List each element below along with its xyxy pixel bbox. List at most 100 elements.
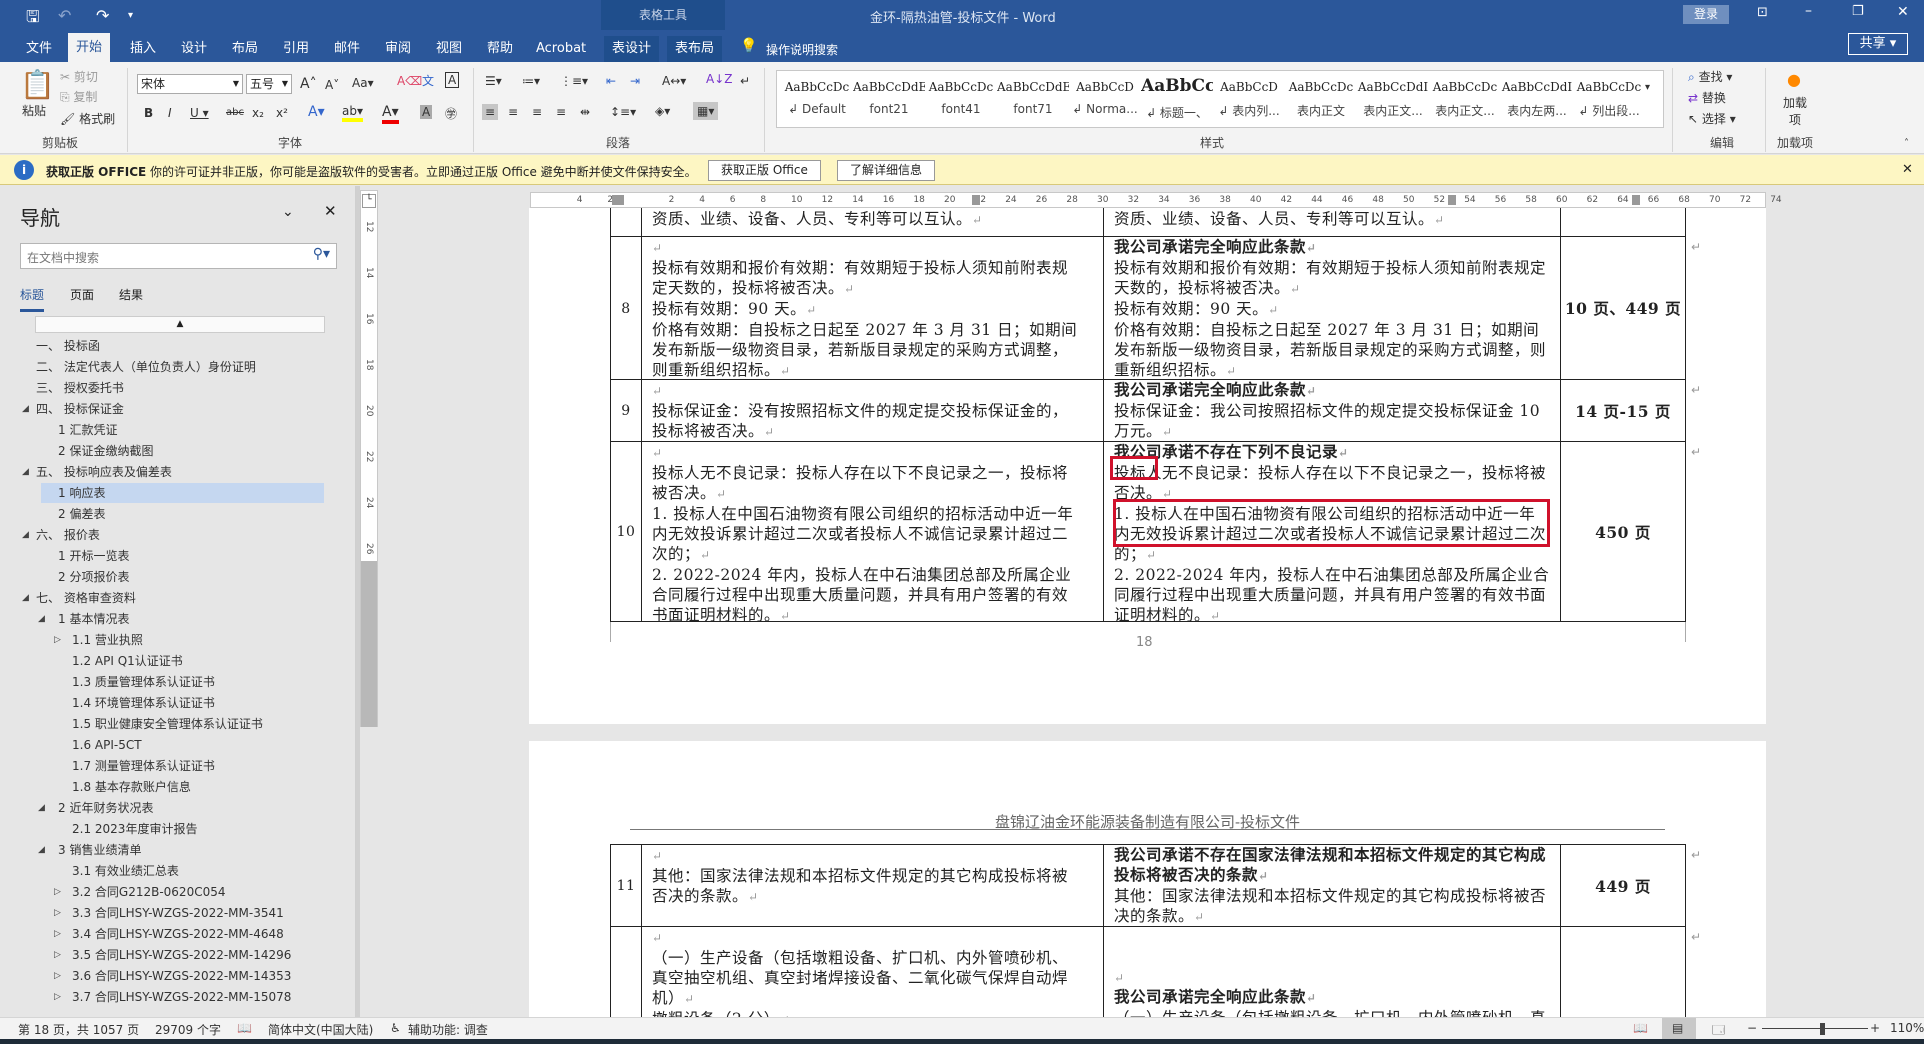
zoom-level[interactable]: 110% — [1890, 1021, 1924, 1035]
find-button[interactable]: ⌕ 查找 ▾ — [1688, 68, 1732, 85]
table-cell-requirement[interactable]: 其他：国家法律法规和本招标文件规定的其它构成投标将被否决的条款。 — [641, 844, 1104, 927]
style-item[interactable]: AaBbCcDdEe font71 — [997, 71, 1069, 127]
nav-heading-item[interactable]: 1 响应表 — [41, 483, 324, 503]
borders-icon[interactable]: ▦▾ — [693, 102, 719, 120]
table-cell-requirement[interactable]: （一）生产设备（包括墩粗设备、扩口机、内外管喷砂机、真空抽空机组、真空封堵焊接设… — [641, 926, 1104, 1017]
tab-mailings[interactable]: 邮件 — [326, 36, 368, 62]
ruler-marker[interactable] — [612, 195, 624, 205]
subscript-icon[interactable]: x₂ — [252, 106, 264, 120]
table-cell-requirement[interactable]: 资质、业绩、设备、人员、专利等可以互认。 — [641, 208, 1104, 237]
tab-table-design[interactable]: 表设计 — [604, 36, 660, 62]
read-mode-icon[interactable]: 📖 — [1633, 1021, 1648, 1035]
tab-help[interactable]: 帮助 — [479, 36, 521, 62]
italic-icon[interactable]: I — [168, 106, 172, 120]
nav-heading-item[interactable]: 1 基本情况表 — [41, 609, 129, 629]
align-right-icon[interactable]: ≡ — [532, 105, 542, 119]
nav-heading-item[interactable]: 四、 投标保证金 — [30, 399, 124, 419]
table-cell-response[interactable]: 我公司承诺完全响应此条款投标有效期和报价有效期：有效期短于投标人须知前附表规定天… — [1103, 236, 1561, 380]
table-cell-response[interactable]: 我公司承诺完全响应此条款（一）生产设备（包括墩粗设备、扩口机、内外管喷砂机、真空… — [1103, 926, 1561, 1017]
nav-tab-results[interactable]: 结果 — [119, 286, 143, 303]
nav-heading-item[interactable]: 3.7 合同LHSY-WZGS-2022-MM-15078 — [41, 987, 291, 1007]
paste-button[interactable]: 粘贴 — [22, 102, 46, 119]
nav-heading-item[interactable]: 1.2 API Q1认证证书 — [41, 651, 183, 671]
nav-options-chevron-down-icon[interactable]: ⌄ — [282, 204, 294, 220]
table-cell-requirement[interactable]: 投标有效期和报价有效期：有效期短于投标人须知前附表规定天数的，投标将被否决。投标… — [641, 236, 1104, 380]
numbering-icon[interactable]: ≔▾ — [522, 74, 540, 88]
nav-heading-item[interactable]: 2.1 2023年度审计报告 — [41, 819, 197, 839]
collapse-ribbon-icon[interactable]: ˄ — [1904, 138, 1909, 149]
sort-icon[interactable]: A↓Z — [706, 72, 732, 86]
shading-icon[interactable]: ◈▾ — [655, 104, 670, 118]
nav-heading-item[interactable]: 二、 法定代表人（单位负责人）身份证明 — [30, 357, 256, 377]
highlight-color-icon[interactable]: ab▾ — [342, 104, 363, 122]
bullets-icon[interactable]: ☰▾ — [485, 74, 502, 88]
zoom-in-button[interactable]: + — [1870, 1021, 1880, 1035]
tab-references[interactable]: 引用 — [275, 36, 317, 62]
style-item[interactable]: AaBbCcD ↲ Norma... — [1069, 71, 1141, 127]
collapse-triangle-icon[interactable]: ◢ — [22, 467, 29, 477]
ribbon-display-options-icon[interactable]: ⊡ — [1757, 5, 1768, 20]
redo-icon[interactable]: ↷ — [96, 6, 109, 25]
tab-home[interactable]: 开始 — [68, 33, 111, 62]
strikethrough-icon[interactable]: abc — [226, 107, 244, 118]
distributed-icon[interactable]: ⇹ — [580, 105, 590, 119]
proofing-icon[interactable]: 📖 — [237, 1021, 252, 1035]
character-border-icon[interactable]: A — [445, 72, 460, 88]
character-shading-icon[interactable]: A — [420, 105, 433, 119]
table-cell-response[interactable]: 我公司承诺不存在国家法律法规和本招标文件规定的其它构成投标将被否决的条款其他：国… — [1103, 844, 1561, 927]
nav-heading-item[interactable]: 3.5 合同LHSY-WZGS-2022-MM-14296 — [41, 945, 291, 965]
style-item[interactable]: AaBbCcDdI 表内正文... — [1357, 71, 1429, 127]
style-item[interactable]: AaBbCcDc font41 — [925, 71, 997, 127]
collapse-triangle-icon[interactable]: ◢ — [22, 530, 29, 540]
nav-heading-item[interactable]: 2 偏差表 — [41, 504, 105, 524]
align-left-icon[interactable]: ≡ — [482, 104, 499, 120]
replace-button[interactable]: ⇄ 替换 — [1688, 89, 1726, 106]
nav-tab-pages[interactable]: 页面 — [70, 286, 94, 303]
tab-review[interactable]: 审阅 — [377, 36, 419, 62]
zoom-slider-thumb[interactable] — [1820, 1023, 1826, 1035]
addins-button[interactable]: 加载项 — [1782, 94, 1808, 128]
nav-heading-item[interactable]: 六、 报价表 — [30, 525, 100, 545]
nav-heading-item[interactable]: 3.4 合同LHSY-WZGS-2022-MM-4648 — [41, 924, 284, 944]
style-item[interactable]: AaBbCcDdE font21 — [853, 71, 925, 127]
line-spacing-icon[interactable]: ↕≡▾ — [610, 105, 636, 119]
enclose-characters-icon[interactable]: ㊫ — [445, 105, 457, 122]
table-cell-response[interactable]: 我公司承诺完全响应此条款投标保证金：我公司按照招标文件的规定提交投标保证金 10… — [1103, 379, 1561, 442]
nav-heading-item[interactable]: 3.1 有效业绩汇总表 — [41, 861, 179, 881]
tab-table-layout[interactable]: 表布局 — [667, 36, 723, 62]
nav-heading-item[interactable]: 七、 资格审查资料 — [30, 588, 136, 608]
collapse-triangle-icon[interactable]: ◢ — [22, 404, 29, 414]
tab-selector[interactable]: └ — [362, 194, 376, 208]
zoom-out-button[interactable]: − — [1747, 1021, 1757, 1035]
nav-heading-item[interactable]: 1.1 营业执照 — [41, 630, 143, 650]
nav-heading-item[interactable]: 1.5 职业健康安全管理体系认证证书 — [41, 714, 263, 734]
ruler-marker[interactable] — [1448, 195, 1456, 205]
save-icon[interactable]: 🖫 — [26, 6, 40, 33]
nav-close-icon[interactable]: ✕ — [324, 202, 337, 220]
nav-heading-item[interactable]: 1.3 质量管理体系认证证书 — [41, 672, 215, 692]
learn-more-button[interactable]: 了解详细信息 — [837, 160, 936, 181]
paste-icon[interactable]: 📋 — [20, 68, 55, 101]
decrease-indent-icon[interactable]: ⇤ — [606, 74, 616, 88]
cut-button[interactable]: ✂ 剪切 — [60, 68, 98, 85]
nav-heading-item[interactable]: 1.4 环境管理体系认证证书 — [41, 693, 215, 713]
nav-heading-item[interactable]: 2 近年财务状况表 — [41, 798, 153, 818]
table-cell-response[interactable]: 资质、业绩、设备、人员、专利等可以互认。 — [1103, 208, 1561, 237]
ruler-marker[interactable] — [1632, 195, 1640, 205]
tab-layout[interactable]: 布局 — [224, 36, 266, 62]
style-item[interactable]: AaBbCc ↲ 标题一、 — [1141, 71, 1213, 127]
select-button[interactable]: ↖ 选择 ▾ — [1688, 110, 1736, 127]
table-cell-requirement[interactable]: 投标保证金：没有按照招标文件的规定提交投标保证金的，投标将被否决。 — [641, 379, 1104, 442]
multilevel-list-icon[interactable]: ⋮≡▾ — [560, 74, 588, 88]
collapse-triangle-icon[interactable]: ◢ — [22, 593, 29, 603]
word-count[interactable]: 29709 个字 — [155, 1021, 221, 1038]
page-count[interactable]: 第 18 页，共 1057 页 — [18, 1021, 139, 1038]
style-item[interactable]: AaBbCcDc ↲ Default — [781, 71, 853, 127]
get-genuine-office-button[interactable]: 获取正版 Office — [708, 160, 821, 181]
phonetic-guide-icon[interactable]: 文 — [422, 72, 434, 89]
share-button[interactable]: 共享 ▾ — [1848, 33, 1908, 55]
nav-heading-item[interactable]: 2 保证金缴纳截图 — [41, 441, 153, 461]
close-button[interactable]: ✕ — [1897, 4, 1909, 20]
nav-heading-item[interactable]: 2 分项报价表 — [41, 567, 129, 587]
zoom-slider[interactable] — [1762, 1028, 1868, 1029]
